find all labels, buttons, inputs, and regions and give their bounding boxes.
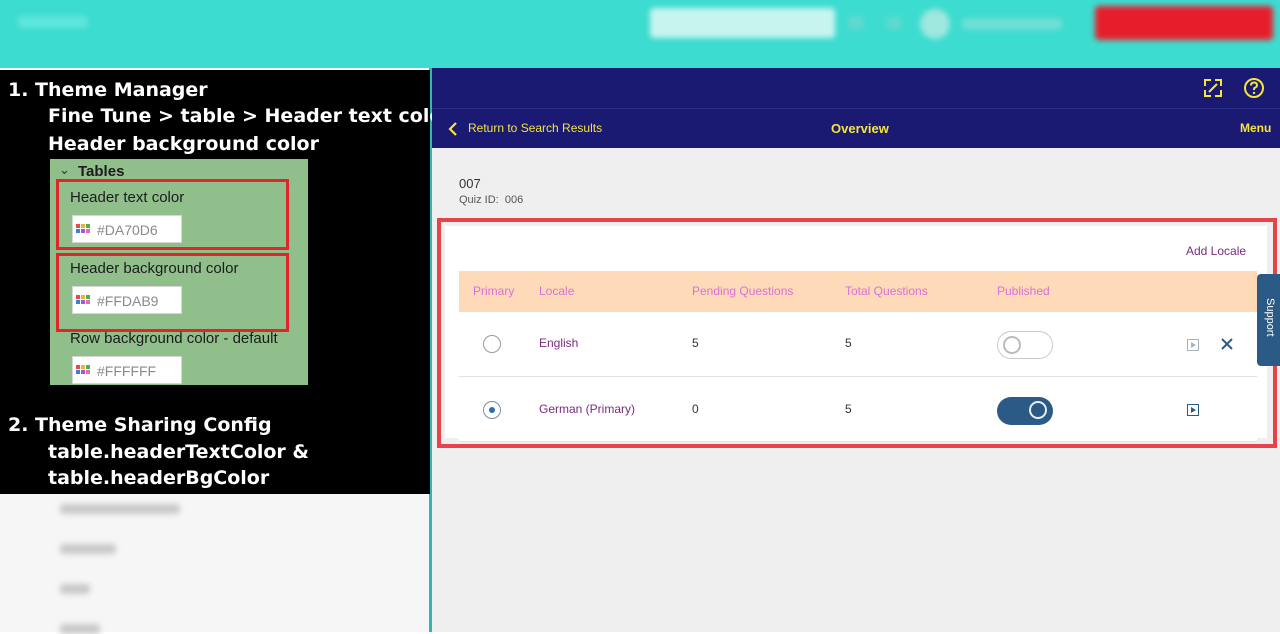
blurred-item (60, 624, 100, 634)
return-to-search-link[interactable]: Return to Search Results (468, 121, 602, 135)
blurred-icon[interactable] (848, 16, 864, 30)
annotation-line-3: Header background color (48, 133, 319, 155)
section-title: Tables (78, 163, 125, 180)
top-banner (0, 0, 1280, 68)
blurred-search-field[interactable] (650, 8, 835, 38)
annotation-line-1: 1. Theme Manager (8, 79, 208, 101)
blurred-logo (18, 16, 88, 28)
support-label: Support (1264, 298, 1276, 337)
page-title: Overview (831, 121, 889, 136)
blurred-item (60, 504, 180, 514)
quiz-id: Quiz ID: 006 (459, 194, 523, 206)
annotation-line-4: 2. Theme Sharing Config (8, 414, 272, 436)
quiz-title: 007 (459, 176, 481, 191)
shell-bar (432, 68, 1280, 108)
annotation-line-2: Fine Tune > table > Header text color & (48, 105, 475, 127)
chevron-left-icon[interactable] (448, 121, 458, 137)
help-icon[interactable] (1243, 77, 1265, 99)
annotation-line-6: table.headerBgColor (48, 467, 270, 489)
chevron-down-icon[interactable]: ⌄ (59, 162, 70, 178)
blurred-user-name (962, 18, 1062, 30)
blurred-icon[interactable] (886, 16, 902, 30)
table-highlight-box (437, 218, 1277, 448)
menu-button[interactable]: Menu (1240, 121, 1271, 135)
row-bg-color-input[interactable]: #FFFFFF (72, 356, 182, 384)
blurred-item (60, 584, 90, 594)
blurred-avatar[interactable] (920, 9, 950, 39)
support-tab[interactable]: Support (1257, 274, 1280, 366)
annotation-line-5: table.headerTextColor & (48, 441, 309, 463)
fullscreen-icon[interactable] (1203, 78, 1223, 98)
color-picker-icon[interactable] (73, 357, 93, 383)
quiz-id-label: Quiz ID: (459, 194, 499, 206)
blurred-item (60, 544, 116, 554)
highlight-box-header-text-color (56, 179, 289, 250)
row-bg-color-label: Row background color - default (70, 330, 278, 347)
sub-header: Return to Search Results Overview Menu (432, 108, 1280, 148)
blurred-red-button[interactable] (1095, 6, 1273, 40)
highlight-box-header-bg-color (56, 253, 289, 332)
quiz-id-value: 006 (504, 194, 524, 206)
row-bg-color-value: #FFFFFF (97, 363, 157, 379)
